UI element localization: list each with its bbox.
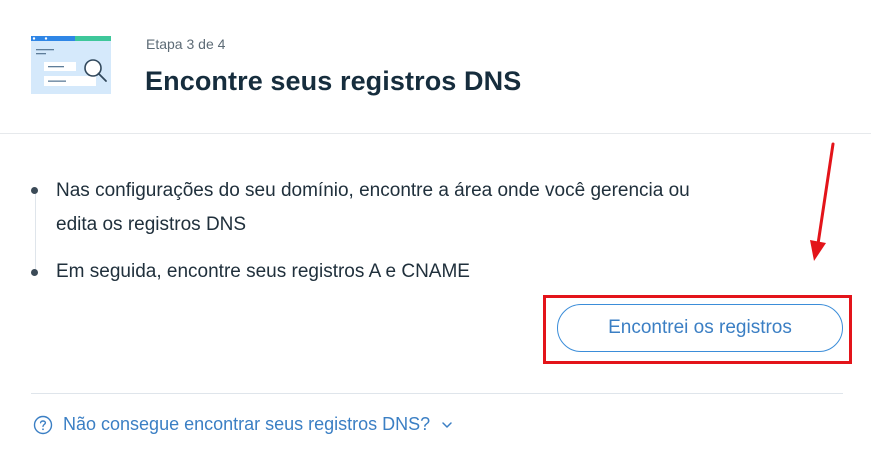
instruction-connector-line — [35, 190, 36, 270]
instruction-line: Em seguida, encontre seus registros A e … — [56, 261, 470, 282]
chevron-down-icon — [442, 421, 452, 428]
instruction-item-2: Em seguida, encontre seus registros A e … — [56, 255, 816, 289]
section-divider — [31, 393, 843, 394]
annotation-arrow-icon — [810, 142, 835, 261]
step-header: Etapa 3 de 4 Encontre seus registros DNS — [0, 0, 871, 134]
dns-illustration-icon — [31, 36, 111, 94]
page-title: Encontre seus registros DNS — [145, 66, 522, 96]
help-link-label: Não consegue encontrar seus registros DN… — [63, 414, 431, 434]
question-circle-icon — [33, 415, 53, 434]
instruction-item-1: Nas configurações do seu domínio, encont… — [56, 174, 816, 242]
bullet-dot — [31, 269, 38, 276]
step-indicator: Etapa 3 de 4 — [146, 36, 226, 52]
help-link[interactable]: Não consegue encontrar seus registros DN… — [33, 414, 454, 435]
bullet-dot — [31, 187, 38, 194]
instruction-line: edita os registros DNS — [56, 214, 247, 235]
annotation-highlight-box — [543, 295, 852, 364]
instruction-line: Nas configurações do seu domínio, encont… — [56, 180, 690, 201]
